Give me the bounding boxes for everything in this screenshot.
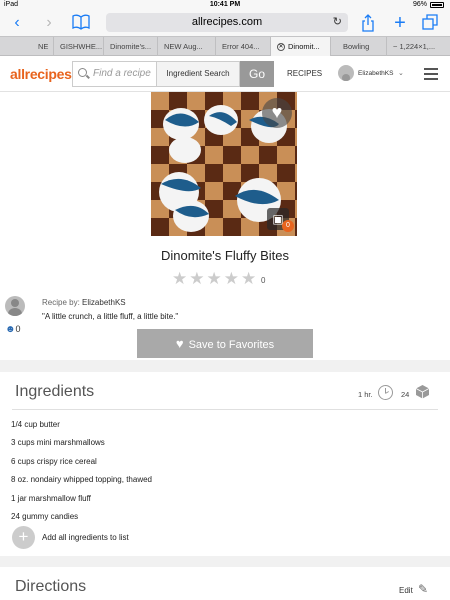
share-icon[interactable]: [359, 14, 377, 32]
tab-item[interactable]: Error 404...: [216, 37, 271, 56]
search-input[interactable]: Find a recipe: [72, 61, 156, 87]
ingredient-item[interactable]: 3 cups mini marshmallows: [11, 437, 152, 455]
star-icon[interactable]: ★: [241, 270, 256, 287]
edit-link[interactable]: Edit: [399, 586, 413, 595]
tab-item[interactable]: NEW Aug...: [158, 37, 216, 56]
directions-heading: Directions: [15, 578, 87, 595]
photo-count-badge: 0: [282, 220, 294, 232]
new-tab-icon[interactable]: +: [391, 13, 409, 33]
star-icon[interactable]: ★: [224, 270, 239, 287]
tab-item[interactable]: NE: [0, 37, 54, 56]
ingredient-search-button[interactable]: Ingredient Search: [156, 61, 240, 87]
add-all-plus-icon[interactable]: +: [12, 526, 35, 549]
pencil-icon[interactable]: ✎: [418, 582, 428, 596]
ingredients-heading: Ingredients: [15, 383, 95, 400]
tab-item[interactable]: ~ 1,224×1,...: [387, 37, 450, 56]
heart-icon: ♥: [175, 336, 184, 351]
ingredient-item[interactable]: 1/4 cup butter: [11, 419, 152, 437]
ingredients-divider: [12, 409, 438, 410]
ingredient-item[interactable]: 6 cups crispy rice cereal: [11, 456, 152, 474]
chevron-down-icon[interactable]: ⌄: [398, 69, 404, 77]
browser-toolbar: ‹ › allrecipes.com ↻ +: [0, 10, 450, 36]
tab-item[interactable]: GISHWHE...: [54, 37, 104, 56]
go-button[interactable]: Go: [240, 61, 274, 87]
recipe-title: Dinomite's Fluffy Bites: [161, 248, 289, 263]
followers-number: 0: [15, 324, 21, 334]
ingredient-list: 1/4 cup butter 3 cups mini marshmallows …: [11, 419, 152, 529]
bookmarks-icon[interactable]: [72, 14, 90, 32]
battery-status: 96%: [413, 1, 444, 8]
author-avatar[interactable]: [5, 296, 25, 316]
tab-item[interactable]: Dinomite's...: [104, 37, 158, 56]
tab-bar: NE GISHWHE... Dinomite's... NEW Aug... E…: [0, 36, 450, 56]
rating-stars[interactable]: ★ ★ ★ ★ ★: [172, 270, 256, 287]
reload-icon[interactable]: ↻: [333, 13, 342, 32]
clock-icon: [378, 385, 393, 400]
tab-item[interactable]: Bowling: [331, 37, 387, 56]
tab-item-active[interactable]: ✕ Dinomit...: [271, 37, 331, 56]
username-label[interactable]: ElizabethKS: [358, 70, 393, 77]
search-placeholder: Find a recipe: [93, 68, 151, 79]
servings-cube-icon: [415, 384, 430, 399]
section-divider: [0, 360, 450, 372]
site-header: allrecipes Find a recipe Ingredient Sear…: [0, 57, 450, 92]
hamburger-menu-icon[interactable]: [424, 68, 438, 83]
forward-icon[interactable]: ›: [40, 14, 58, 32]
followers-icon: ☻: [5, 324, 16, 335]
avatar[interactable]: [338, 65, 354, 81]
close-tab-icon[interactable]: ✕: [277, 43, 285, 52]
back-icon[interactable]: ‹: [8, 14, 26, 32]
star-icon[interactable]: ★: [172, 270, 187, 287]
status-bar: iPad 10:41 PM 96%: [0, 0, 450, 10]
ingredient-item[interactable]: 1 jar marshmallow fluff: [11, 493, 152, 511]
tabs-overview-icon[interactable]: [421, 14, 439, 32]
ingredient-item[interactable]: 24 gummy candies: [11, 511, 152, 529]
address-bar[interactable]: allrecipes.com ↻: [106, 13, 348, 32]
recipe-description: "A little crunch, a little fluff, a litt…: [42, 312, 179, 321]
prep-time: 1 hr.: [358, 390, 373, 399]
battery-icon: [430, 1, 444, 8]
search-icon: [78, 68, 87, 77]
followers-count[interactable]: ☻0: [5, 324, 21, 335]
rating-count: 0: [261, 276, 266, 285]
ingredient-item[interactable]: 8 oz. nondairy whipped topping, thawed: [11, 474, 152, 492]
recipe-by-label: Recipe by:: [42, 298, 80, 307]
author-name[interactable]: ElizabethKS: [82, 298, 126, 307]
section-divider: [0, 556, 450, 567]
recipes-menu-link[interactable]: RECIPES: [287, 69, 322, 78]
servings-count: 24: [401, 390, 410, 399]
status-time: 10:41 PM: [209, 1, 241, 8]
save-to-favorites-button[interactable]: ♥ Save to Favorites: [137, 329, 313, 358]
battery-percent: 96%: [412, 1, 427, 8]
star-icon[interactable]: ★: [189, 270, 204, 287]
save-to-favorites-label: Save to Favorites: [188, 339, 275, 351]
url-text: allrecipes.com: [191, 16, 263, 28]
allrecipes-logo[interactable]: allrecipes: [10, 66, 72, 82]
favorite-heart-icon[interactable]: ♥: [262, 98, 292, 128]
add-all-ingredients-link[interactable]: Add all ingredients to list: [42, 533, 129, 542]
recipe-by-line: Recipe by: ElizabethKS: [42, 298, 126, 307]
star-icon[interactable]: ★: [207, 270, 222, 287]
